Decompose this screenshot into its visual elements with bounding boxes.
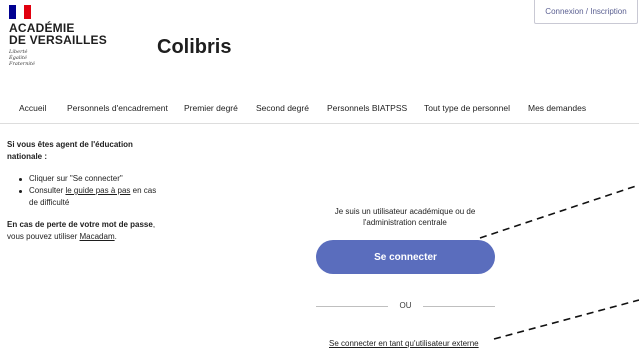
connect-button[interactable]: Se connecter [316,240,495,274]
motto-fraternite: Fraternité [9,61,35,67]
french-flag-icon [9,5,31,19]
nav-item-tout-type-personnel[interactable]: Tout type de personnel [424,103,510,113]
nav-item-accueil[interactable]: Accueil [19,103,46,113]
external-user-login-link[interactable]: Se connecter en tant qu'utilisateur exte… [329,339,479,348]
divider-line-right [423,306,495,307]
nav-item-personnels-encadrement[interactable]: Personnels d'encadrement [67,103,168,113]
pointer-line-connect [479,184,639,239]
pointer-line-external [493,299,639,340]
nav-item-premier-degre[interactable]: Premier degré [184,103,238,113]
flag-white-stripe [16,5,24,19]
republic-motto: Liberté Égalité Fraternité [9,49,109,67]
login-register-button[interactable]: Connexion / Inscription [534,0,638,24]
academy-name-line2: DE VERSAILLES [9,33,107,47]
help-sidebar: Si vous êtes agent de l'éducation nation… [7,139,157,243]
help-list: Cliquer sur "Se connecter" Consulter le … [7,173,157,209]
help-item-connect: Cliquer sur "Se connecter" [7,173,157,185]
nav-item-mes-demandes[interactable]: Mes demandes [528,103,586,113]
lost-password-text: En cas de perte de votre mot de passe, v… [7,219,157,243]
main-nav: Accueil Personnels d'encadrement Premier… [0,92,639,124]
or-divider: OU [316,301,495,311]
help-item-guide: Consulter le guide pas à pas en cas de d… [7,185,157,209]
guide-prefix: Consulter [29,186,66,195]
flag-red-stripe [23,5,31,19]
academic-user-text: Je suis un utilisateur académique ou de … [334,207,476,227]
lost-password-end: . [114,232,117,241]
lost-password-bold: En cas de perte de votre mot de passe [7,220,153,229]
nav-item-personnels-biatpss[interactable]: Personnels BIATPSS [327,103,407,113]
macadam-link[interactable]: Macadam [79,232,114,241]
app-title: Colibris [157,36,232,58]
nav-item-second-degre[interactable]: Second degré [256,103,309,113]
guide-link[interactable]: le guide pas à pas [65,186,130,195]
agent-intro: Si vous êtes agent de l'éducation nation… [7,140,133,161]
academy-logo: ACADÉMIE DE VERSAILLES Liberté Égalité F… [9,5,109,67]
flag-blue-stripe [9,5,17,19]
